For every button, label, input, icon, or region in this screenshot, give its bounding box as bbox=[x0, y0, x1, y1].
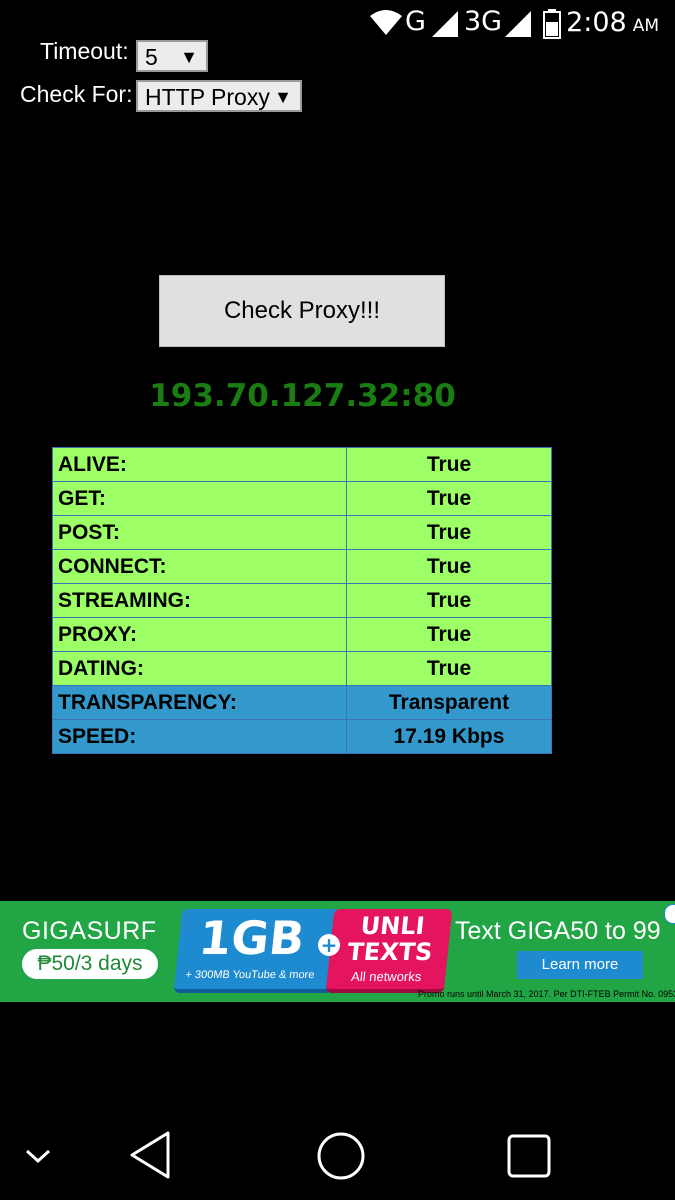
result-row: POST: True bbox=[52, 515, 552, 550]
check-proxy-button[interactable]: Check Proxy!!! bbox=[159, 275, 445, 347]
result-key: DATING: bbox=[52, 651, 347, 686]
result-value: True bbox=[346, 617, 552, 652]
check-for-select[interactable]: HTTP Proxy ▼ bbox=[136, 80, 302, 112]
wifi-icon bbox=[370, 10, 402, 35]
result-row: SPEED: 17.19 Kbps bbox=[52, 719, 552, 754]
result-key: TRANSPARENCY: bbox=[52, 685, 347, 720]
network-type-label: G bbox=[405, 6, 426, 37]
result-row: STREAMING: True bbox=[52, 583, 552, 618]
ad-price-badge: ₱50/3 days bbox=[22, 949, 158, 979]
result-key: GET: bbox=[52, 481, 347, 516]
result-value: True bbox=[346, 447, 552, 482]
ad-data-offer: 1GB + 300MB YouTube & more bbox=[173, 909, 341, 993]
result-value: True bbox=[346, 549, 552, 584]
result-row: DATING: True bbox=[52, 651, 552, 686]
timeout-label: Timeout: bbox=[40, 38, 129, 64]
result-key: POST: bbox=[52, 515, 347, 550]
ad-cta-text: Text GIGA50 to 99 bbox=[455, 917, 661, 945]
network-type-label-2: 3G bbox=[464, 6, 503, 37]
home-icon[interactable] bbox=[316, 1131, 366, 1181]
ad-info-icon[interactable] bbox=[664, 904, 675, 924]
result-value: True bbox=[346, 481, 552, 516]
result-key: ALIVE: bbox=[52, 447, 347, 482]
chevron-down-icon[interactable] bbox=[24, 1146, 52, 1166]
result-row: CONNECT: True bbox=[52, 549, 552, 584]
result-row: ALIVE: True bbox=[52, 447, 552, 482]
check-for-label: Check For: bbox=[20, 81, 133, 107]
result-key: STREAMING: bbox=[52, 583, 347, 618]
recent-apps-icon[interactable] bbox=[506, 1133, 552, 1179]
result-row: PROXY: True bbox=[52, 617, 552, 652]
result-row: GET: True bbox=[52, 481, 552, 516]
learn-more-button[interactable]: Learn more bbox=[517, 951, 643, 979]
results-table: ALIVE: True GET: True POST: True CONNECT: True S… bbox=[52, 447, 552, 754]
result-key: PROXY: bbox=[52, 617, 347, 652]
proxy-address: 193.70.127.32:80 bbox=[149, 378, 456, 414]
back-icon[interactable] bbox=[128, 1130, 172, 1180]
timeout-value: 5 bbox=[145, 44, 158, 70]
result-value: 17.19 Kbps bbox=[346, 719, 552, 754]
result-value: True bbox=[346, 515, 552, 550]
navigation-bar bbox=[0, 1110, 675, 1200]
check-for-value: HTTP Proxy bbox=[145, 84, 270, 110]
result-value: Transparent bbox=[346, 685, 552, 720]
chevron-down-icon: ▼ bbox=[274, 87, 292, 107]
result-key: CONNECT: bbox=[52, 549, 347, 584]
clock: 2:08 AM bbox=[566, 7, 659, 38]
result-value: True bbox=[346, 651, 552, 686]
ad-data-main: 1GB bbox=[196, 911, 308, 965]
result-row: TRANSPARENCY: Transparent bbox=[52, 685, 552, 720]
ad-unli-main: UNLI TEXTS bbox=[345, 912, 434, 966]
result-key: SPEED: bbox=[52, 719, 347, 754]
timeout-select[interactable]: 5 ▼ bbox=[136, 40, 208, 72]
ad-unli-offer: UNLI TEXTS All networks bbox=[325, 909, 453, 993]
ad-unli-sub: All networks bbox=[350, 969, 423, 984]
ad-fine-print: Promo runs until March 31, 2017. Per DTI… bbox=[418, 989, 675, 999]
ad-brand: GIGASURF bbox=[22, 917, 157, 945]
ad-banner[interactable]: GIGASURF ₱50/3 days 1GB + 300MB YouTube … bbox=[0, 901, 675, 1002]
signal-icon-2 bbox=[505, 11, 531, 37]
ad-data-sub: + 300MB YouTube & more bbox=[184, 969, 316, 981]
result-value: True bbox=[346, 583, 552, 618]
battery-icon bbox=[543, 9, 561, 39]
chevron-down-icon: ▼ bbox=[180, 47, 198, 67]
signal-icon bbox=[432, 11, 458, 37]
plus-icon: + bbox=[318, 934, 340, 956]
